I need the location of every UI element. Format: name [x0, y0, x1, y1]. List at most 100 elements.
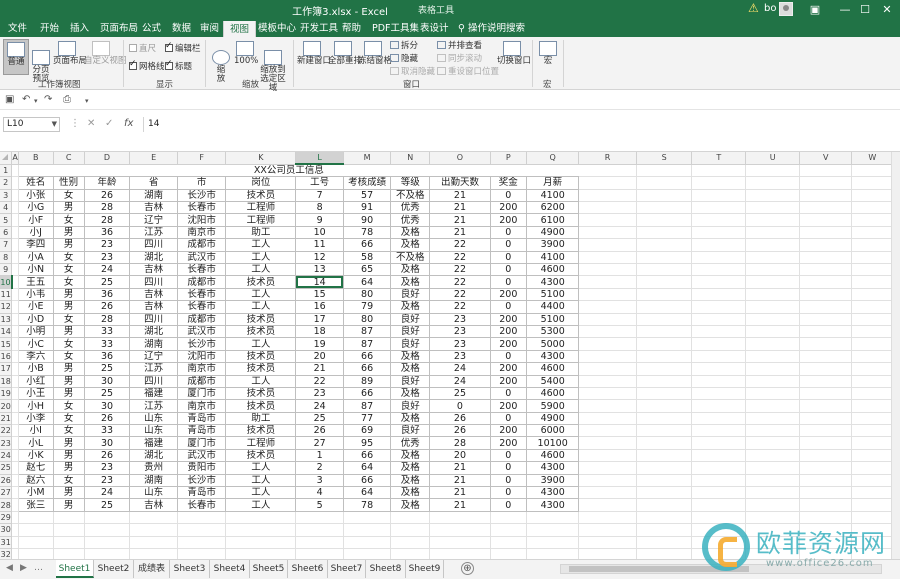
cell[interactable]: 长春市	[177, 498, 227, 512]
cell[interactable]: 长春市	[177, 288, 227, 302]
hide-button[interactable]: 隐藏	[390, 54, 418, 65]
cell[interactable]	[636, 387, 693, 401]
cell[interactable]: 小A	[18, 251, 54, 265]
cell[interactable]: 200	[490, 362, 528, 376]
column-title-cell[interactable]: 考核成绩	[343, 176, 392, 190]
cell[interactable]	[578, 213, 637, 227]
cell[interactable]: 辽宁	[129, 213, 178, 227]
column-title-cell[interactable]: 岗位	[225, 176, 297, 190]
row-header[interactable]: 15	[0, 337, 13, 351]
cell[interactable]: 成都市	[177, 375, 227, 388]
cell[interactable]: 91	[343, 201, 392, 215]
cell[interactable]	[745, 164, 801, 178]
cell[interactable]: 0	[490, 350, 528, 364]
cell[interactable]: 21	[429, 486, 491, 500]
cell[interactable]	[799, 337, 853, 351]
cell[interactable]	[390, 548, 431, 559]
active-cell[interactable]: 14	[295, 275, 344, 289]
cell[interactable]	[851, 238, 894, 252]
cell[interactable]: 沈阳市	[177, 213, 227, 227]
cell[interactable]	[691, 350, 747, 364]
add-sheet-button[interactable]: ⊕	[461, 562, 474, 575]
cell[interactable]: 28	[84, 213, 131, 227]
cell[interactable]: 及格	[390, 498, 431, 512]
row-header[interactable]: 26	[0, 474, 13, 488]
cell[interactable]: 吉林	[129, 263, 178, 277]
cell[interactable]	[745, 375, 801, 388]
cell[interactable]: 技术员	[225, 449, 297, 463]
cell[interactable]	[636, 461, 693, 475]
column-header[interactable]: E	[129, 152, 178, 165]
cell[interactable]	[578, 300, 637, 314]
cell[interactable]: 36	[84, 226, 131, 240]
cell[interactable]	[129, 511, 178, 525]
cell[interactable]: 湖南	[129, 337, 178, 351]
cell[interactable]: 26	[429, 424, 491, 438]
sheet-tab-sheet2[interactable]: Sheet2	[94, 560, 134, 578]
cell[interactable]: 小G	[18, 201, 54, 215]
row-header[interactable]: 16	[0, 350, 13, 364]
cell[interactable]	[851, 498, 894, 512]
cell[interactable]	[18, 164, 54, 178]
cell[interactable]: 25	[84, 387, 131, 401]
row-header[interactable]: 9	[0, 263, 13, 277]
tell-me-search[interactable]: ⚲ 操作说明搜索	[458, 20, 525, 37]
cell[interactable]	[578, 412, 637, 426]
cell[interactable]: 4600	[526, 263, 580, 277]
cell[interactable]: 3	[295, 474, 344, 488]
cell[interactable]	[636, 164, 693, 178]
cell[interactable]: 5900	[526, 399, 580, 413]
cell[interactable]: 87	[343, 399, 392, 413]
cell[interactable]	[799, 325, 853, 339]
cell[interactable]: 女	[53, 412, 85, 426]
cell[interactable]: 吉林	[129, 288, 178, 302]
cell[interactable]	[578, 288, 637, 302]
cell[interactable]	[799, 288, 853, 302]
cell[interactable]	[745, 412, 801, 426]
cell[interactable]: 良好	[390, 424, 431, 438]
cell[interactable]: 69	[343, 424, 392, 438]
cell[interactable]	[53, 548, 85, 559]
tab-templates[interactable]: 模板中心	[258, 20, 296, 37]
cell[interactable]: 王五	[18, 275, 54, 289]
cell[interactable]: 良好	[390, 288, 431, 302]
confirm-edit-icon[interactable]: ✓	[105, 118, 113, 129]
sheet-tab-sheet7[interactable]: Sheet7	[328, 560, 366, 578]
cell[interactable]	[636, 436, 693, 450]
tab-developer[interactable]: 开发工具	[300, 20, 338, 37]
tab-formulas[interactable]: 公式	[142, 20, 161, 37]
cell[interactable]: 男	[53, 226, 85, 240]
cell[interactable]: 22	[429, 263, 491, 277]
cell[interactable]	[691, 201, 747, 215]
cell[interactable]: 16	[295, 300, 344, 314]
row-header[interactable]: 21	[0, 412, 13, 426]
cell[interactable]	[636, 362, 693, 376]
cell[interactable]: 21	[429, 498, 491, 512]
cell[interactable]	[745, 176, 801, 190]
cell[interactable]	[129, 164, 178, 178]
cell[interactable]: 女	[53, 263, 85, 277]
cell[interactable]: 工人	[225, 251, 297, 265]
cell[interactable]	[177, 511, 227, 525]
cell[interactable]	[578, 436, 637, 450]
cell[interactable]: 贵阳市	[177, 461, 227, 475]
cell[interactable]	[84, 536, 131, 550]
cell[interactable]: 小王	[18, 387, 54, 401]
tab-table-design[interactable]: 表设计	[420, 20, 449, 37]
cell[interactable]: 21	[429, 189, 491, 203]
cell[interactable]	[691, 176, 747, 190]
cell[interactable]	[691, 275, 747, 289]
cell[interactable]: 工人	[225, 337, 297, 351]
row-header[interactable]: 13	[0, 313, 13, 326]
column-title-cell[interactable]: 奖金	[490, 176, 528, 190]
page-layout-view-button[interactable]: 页面布局	[53, 41, 87, 66]
sheet-tab-sheet3[interactable]: Sheet3	[170, 560, 210, 578]
cell[interactable]	[129, 523, 178, 537]
cell[interactable]: 36	[84, 350, 131, 364]
cell[interactable]: 小N	[18, 263, 54, 277]
cell[interactable]: 工程师	[225, 201, 297, 215]
sheet-tab-score[interactable]: 成绩表	[134, 560, 170, 578]
cell[interactable]: 4300	[526, 498, 580, 512]
cell[interactable]	[745, 337, 801, 351]
cell[interactable]: 0	[490, 498, 528, 512]
